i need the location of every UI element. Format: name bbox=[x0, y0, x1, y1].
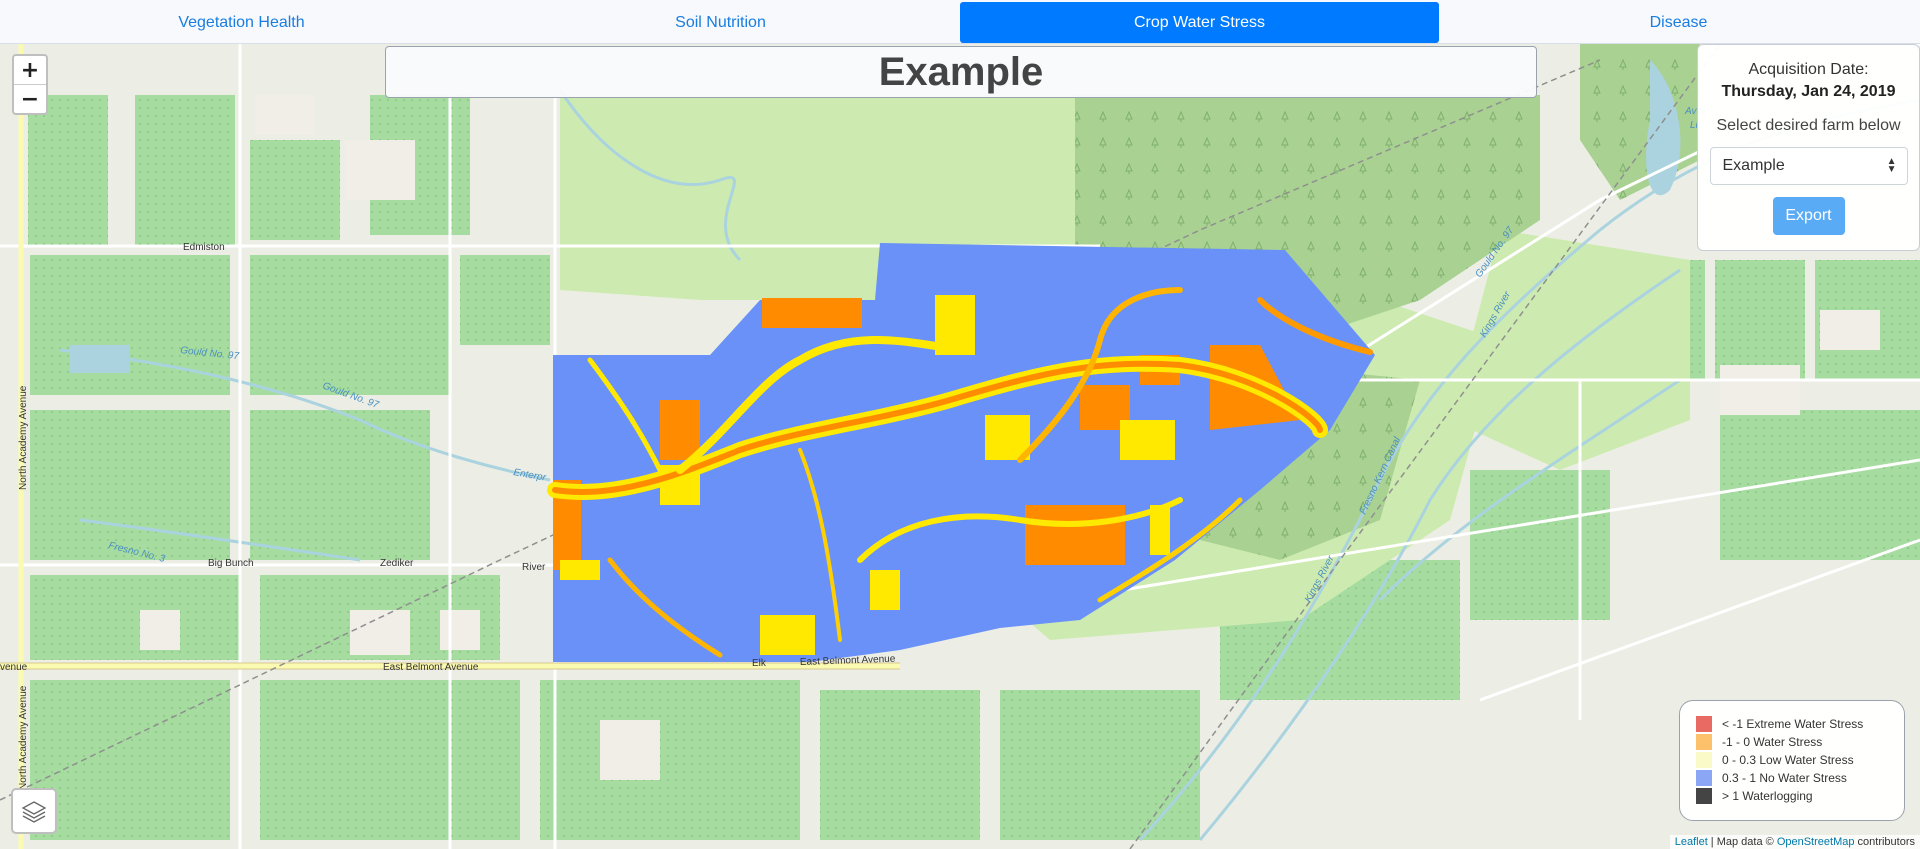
legend-label: < -1 Extreme Water Stress bbox=[1722, 717, 1864, 731]
tab-crop-water-stress[interactable]: Crop Water Stress bbox=[960, 2, 1439, 43]
road-label: Zediker bbox=[380, 558, 414, 569]
map-title-box: Example bbox=[385, 46, 1537, 98]
leaflet-link[interactable]: Leaflet bbox=[1675, 836, 1708, 848]
farm-select[interactable]: Example ▲ ▼ bbox=[1709, 147, 1908, 185]
attribution-text: | Map data © bbox=[1707, 836, 1777, 848]
legend-swatch bbox=[1696, 716, 1712, 732]
tab-soil-nutrition[interactable]: Soil Nutrition bbox=[481, 2, 960, 43]
map-attribution: Leaflet | Map data © OpenStreetMap contr… bbox=[1669, 835, 1920, 849]
zoom-out-button[interactable]: − bbox=[14, 85, 46, 113]
legend-label: > 1 Waterlogging bbox=[1722, 789, 1813, 803]
map-canvas[interactable]: Edmiston Gould No. 97 Gould No. 97 Enter… bbox=[0, 44, 1920, 849]
road-label: Edmiston bbox=[183, 242, 225, 253]
legend-item: < -1 Extreme Water Stress bbox=[1696, 715, 1904, 733]
legend-label: -1 - 0 Water Stress bbox=[1722, 735, 1823, 749]
layers-icon bbox=[21, 801, 47, 823]
road-label: North Academy Avenue bbox=[18, 385, 29, 490]
export-button[interactable]: Export bbox=[1772, 197, 1845, 235]
road-label: East Belmont Avenue bbox=[383, 662, 479, 673]
legend-label: 0.3 - 1 No Water Stress bbox=[1722, 771, 1847, 785]
legend-swatch bbox=[1696, 752, 1712, 768]
legend-item: > 1 Waterlogging bbox=[1696, 787, 1904, 805]
zoom-control: + − bbox=[12, 54, 48, 115]
tab-vegetation-health[interactable]: Vegetation Health bbox=[2, 2, 481, 43]
tab-bar: Vegetation Health Soil Nutrition Crop Wa… bbox=[0, 0, 1920, 44]
map-title: Example bbox=[878, 49, 1044, 94]
attribution-suffix: contributors bbox=[1854, 836, 1915, 848]
zoom-in-button[interactable]: + bbox=[14, 56, 46, 85]
road-label: North Academy Avenue bbox=[18, 685, 29, 790]
road-label: Elk bbox=[752, 658, 767, 669]
legend-swatch bbox=[1696, 734, 1712, 750]
openstreetmap-link[interactable]: OpenStreetMap bbox=[1777, 836, 1855, 848]
road-label: venue bbox=[0, 662, 28, 673]
select-arrows-icon: ▲ ▼ bbox=[1886, 156, 1897, 175]
road-label: Big Bunch bbox=[208, 558, 254, 569]
legend-label: 0 - 0.3 Low Water Stress bbox=[1722, 753, 1854, 767]
acquisition-label: Acquisition Date: bbox=[1748, 61, 1869, 78]
tab-disease[interactable]: Disease bbox=[1439, 2, 1918, 43]
farm-select-label: Select desired farm below bbox=[1716, 117, 1901, 134]
road-label: River bbox=[522, 562, 546, 573]
info-panel: Acquisition Date: Thursday, Jan 24, 2019… bbox=[1697, 44, 1920, 251]
layers-control-button[interactable] bbox=[11, 788, 57, 834]
acquisition-date: Thursday, Jan 24, 2019 bbox=[1721, 83, 1896, 100]
legend-swatch bbox=[1696, 770, 1712, 786]
farm-select-value: Example bbox=[1722, 157, 1785, 174]
legend-swatch bbox=[1696, 788, 1712, 804]
legend-item: 0.3 - 1 No Water Stress bbox=[1696, 769, 1904, 787]
legend-item: -1 - 0 Water Stress bbox=[1696, 733, 1904, 751]
map-legend: < -1 Extreme Water Stress -1 - 0 Water S… bbox=[1679, 700, 1905, 821]
legend-item: 0 - 0.3 Low Water Stress bbox=[1696, 751, 1904, 769]
